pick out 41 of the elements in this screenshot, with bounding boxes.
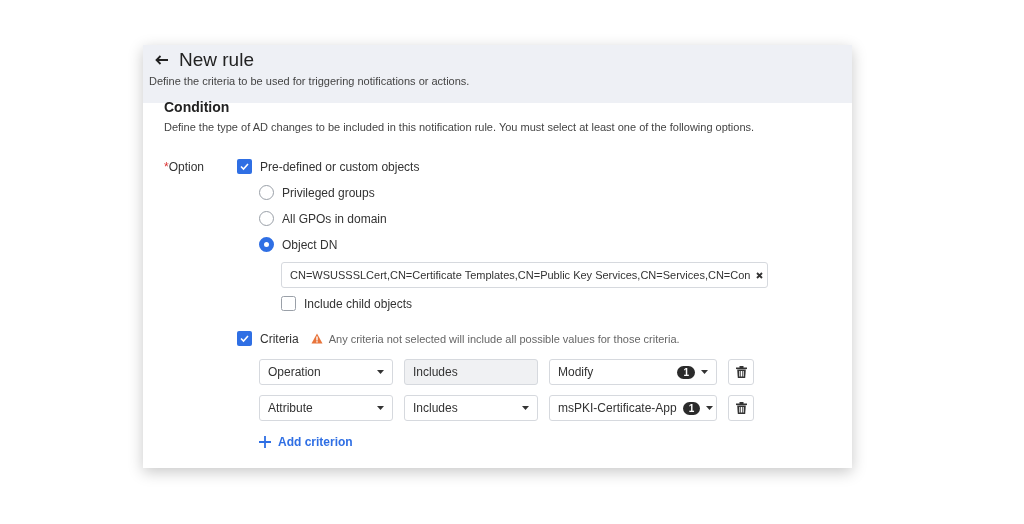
object-dn-field[interactable]: CN=WSUSSSLCert,CN=Certificate Templates,CN=Public Key Services,CN=Services,CN=Con (281, 262, 768, 288)
operator-dropdown: Includes (404, 359, 538, 385)
warning-icon (310, 333, 323, 344)
delete-button[interactable] (728, 395, 754, 421)
delete-button[interactable] (728, 359, 754, 385)
section-title: Condition (164, 99, 231, 115)
caret-icon (701, 370, 708, 374)
clear-icon[interactable] (756, 271, 764, 279)
trash-icon (735, 366, 747, 378)
radio-button[interactable] (259, 185, 274, 200)
caret-icon (377, 406, 384, 410)
checkbox-label: Include child objects (304, 296, 413, 311)
add-criterion-button[interactable]: Add criterion (259, 435, 353, 449)
count-badge: 1 (677, 365, 695, 379)
section-description: Define the type of AD changes to be included in this notification rule. You must select at least one of the following options. (164, 121, 756, 133)
radio-label: Privileged groups (282, 185, 375, 200)
checkbox[interactable] (237, 331, 252, 346)
field-label: *Option (164, 159, 206, 176)
warning-text: Any criteria not selected will include all possible values for those criteria. (328, 332, 680, 345)
radio-label: All GPOs in domain (282, 211, 387, 226)
caret-icon (377, 370, 384, 374)
operator-dropdown[interactable]: Includes (404, 395, 538, 421)
radio-button[interactable] (259, 211, 274, 226)
caret-icon (522, 406, 529, 410)
plus-icon (259, 436, 271, 448)
value-dropdown[interactable]: msPKI-Certificate-App 1 (549, 395, 717, 421)
checkbox[interactable] (237, 159, 252, 174)
radio-button[interactable] (259, 237, 274, 252)
field-dropdown[interactable]: Operation (259, 359, 393, 385)
checkbox-label: Pre-defined or custom objects (260, 159, 420, 174)
count-badge: 1 (682, 401, 701, 415)
field-dropdown[interactable]: Attribute (259, 395, 393, 421)
checkbox[interactable] (281, 296, 296, 311)
checkbox-label: Criteria (260, 331, 299, 346)
value-dropdown[interactable]: Modify 1 (549, 359, 717, 385)
caret-icon (706, 406, 714, 410)
radio-label: Object DN (282, 237, 338, 252)
page-subtitle: Define the criteria to be used for triggering notifications or actions. (149, 75, 471, 87)
trash-icon (735, 402, 747, 414)
back-arrow-icon[interactable] (155, 55, 169, 65)
page-title: New rule (179, 49, 254, 71)
